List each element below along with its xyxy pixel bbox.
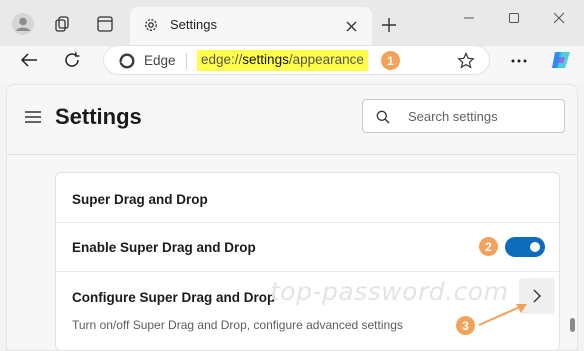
divider	[56, 271, 559, 272]
maximize-icon	[509, 13, 519, 23]
url-text[interactable]: edge://settings/appearance	[197, 50, 368, 71]
plus-icon	[382, 18, 396, 32]
refresh-icon	[65, 52, 80, 67]
profile-avatar[interactable]	[8, 9, 38, 39]
header-divider	[6, 154, 578, 155]
profile-icon	[12, 13, 34, 35]
configure-row-label[interactable]: Configure Super Drag and Drop	[72, 290, 275, 305]
edge-logo-icon	[118, 52, 136, 70]
vertical-tabs-button[interactable]	[90, 9, 120, 39]
ellipsis-icon	[511, 59, 527, 63]
search-settings-input[interactable]: Search settings	[362, 99, 565, 133]
tab-title: Settings	[170, 17, 217, 32]
minimize-button[interactable]	[454, 6, 484, 30]
chevron-right-icon	[533, 289, 541, 303]
divider	[186, 53, 187, 69]
annotation-badge-3: 3	[456, 316, 475, 335]
annotation-badge-1: 1	[381, 51, 400, 70]
workspaces-icon	[55, 16, 69, 32]
page-title: Settings	[55, 104, 142, 129]
more-options-button[interactable]	[504, 47, 534, 75]
hamburger-menu-icon	[25, 111, 41, 123]
back-arrow-icon	[20, 53, 37, 67]
enable-toggle-label: Enable Super Drag and Drop	[72, 240, 256, 255]
url-section: settings	[242, 52, 289, 67]
maximize-button[interactable]	[499, 6, 529, 30]
copilot-icon	[552, 52, 570, 68]
annotation-arrow	[478, 304, 527, 326]
enable-super-drag-toggle[interactable]	[505, 237, 545, 257]
minimize-icon	[464, 17, 474, 19]
close-icon	[553, 12, 565, 24]
divider	[56, 222, 559, 223]
site-identity-label: Edge	[144, 53, 176, 68]
address-bar[interactable]: Edge edge://settings/appearance 1	[103, 45, 490, 75]
new-tab-button[interactable]	[374, 11, 404, 39]
star-icon	[457, 52, 475, 69]
search-placeholder: Search settings	[408, 109, 498, 124]
window-close-button[interactable]	[544, 6, 574, 30]
section-title: Super Drag and Drop	[72, 192, 208, 207]
copilot-button[interactable]	[545, 45, 577, 75]
url-scheme: edge://	[201, 52, 243, 67]
watermark-text: top-password.com	[270, 277, 509, 306]
workspaces-button[interactable]	[48, 9, 78, 39]
close-tab-button[interactable]	[340, 15, 362, 37]
menu-button[interactable]	[20, 104, 46, 130]
url-page: appearance	[292, 52, 364, 67]
configure-row-description: Turn on/off Super Drag and Drop, configu…	[72, 318, 403, 332]
favorite-star-button[interactable]	[456, 51, 476, 71]
back-button[interactable]	[14, 46, 44, 74]
refresh-button[interactable]	[57, 46, 87, 74]
tab-actions-icon	[97, 16, 113, 32]
search-icon	[375, 109, 391, 125]
annotation-badge-2: 2	[479, 237, 498, 256]
scrollbar-thumb[interactable]	[570, 318, 575, 332]
close-icon	[346, 21, 356, 31]
gear-icon	[142, 16, 160, 34]
tab-settings[interactable]: Settings	[130, 7, 372, 46]
toggle-knob	[530, 242, 540, 252]
